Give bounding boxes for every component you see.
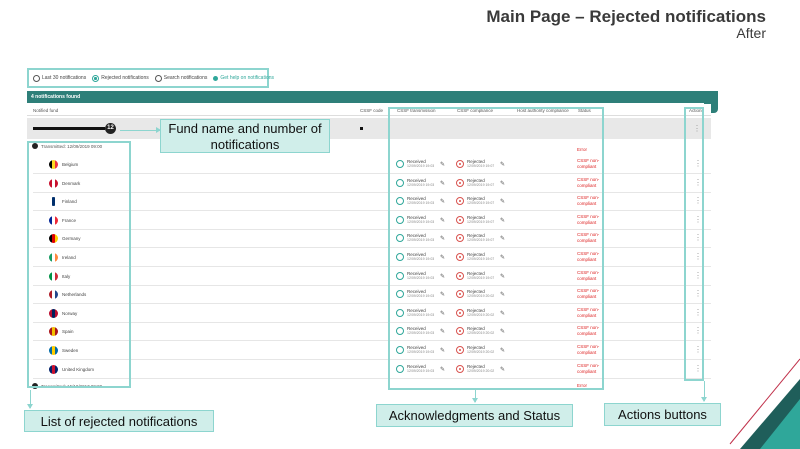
highlight-actions-box xyxy=(684,107,704,381)
radio-icon xyxy=(154,74,162,82)
list-item[interactable]: United Kingdom Received 12/09/2019 19:03 ✎ R… xyxy=(33,361,711,379)
callout-fund: Fund name and number of notifications xyxy=(160,119,330,153)
list-item[interactable]: Finland Received 12/09/2019 19:03 ✎ Rejected… xyxy=(33,193,711,212)
filter-rejected-radio[interactable]: Rejected notifications xyxy=(92,74,149,82)
col-cssf-code[interactable]: CSSF code xyxy=(360,108,383,113)
list-item[interactable]: Italy Received 12/09/2019 19:03 ✎ Rejected 12… xyxy=(33,268,711,286)
list-item[interactable]: Norway Received 12/09/2019 19:03 ✎ Rejected 1… xyxy=(33,305,711,323)
filter-search-label: Search notifications xyxy=(163,75,208,81)
notification-count-badge: 12 xyxy=(105,123,116,134)
filter-rejected-label: Rejected notifications xyxy=(101,75,149,81)
info-icon xyxy=(213,75,219,81)
list-item[interactable]: Netherlands Received 12/09/2019 19:03 ✎ Reje… xyxy=(33,286,711,305)
callout-list: List of rejected notifications xyxy=(24,410,214,432)
radio-selected-icon xyxy=(92,74,100,82)
highlight-ack-box xyxy=(388,107,604,390)
fund-row[interactable]: 12 ⋮ xyxy=(27,118,711,139)
corner-decoration xyxy=(729,358,800,449)
callout-arrow xyxy=(120,127,161,133)
col-notified-fund[interactable]: Notified fund xyxy=(33,108,58,113)
filter-bar: Last 30 notifications Rejected notificat… xyxy=(27,68,274,88)
callout-arrow xyxy=(472,390,478,403)
filter-search-radio[interactable]: Search notifications xyxy=(154,74,208,82)
callout-arrow xyxy=(701,381,707,402)
slide-subtitle: After xyxy=(736,25,766,41)
callout-ack: Acknowledgments and Status xyxy=(376,404,573,427)
help-link[interactable]: Get help on notifications xyxy=(213,75,274,81)
list-item[interactable]: Belgium Received 12/09/2019 19:03 ✎ Rejected… xyxy=(33,156,711,174)
list-item[interactable]: Germany Received 12/09/2019 19:03 ✎ Rejected… xyxy=(33,230,711,249)
table-header: Notified fund CSSF code CSSF transmissio… xyxy=(27,104,711,116)
slide-title: Main Page – Rejected notifications After xyxy=(486,8,766,40)
list-item[interactable]: Sweden Received 12/09/2019 19:03 ✎ Rejected 1… xyxy=(33,342,711,360)
list-item[interactable]: Ireland Received 12/09/2019 19:03 ✎ Rejected… xyxy=(33,249,711,267)
list-item[interactable]: Spain Received 12/09/2019 19:03 ✎ Rejected 12… xyxy=(33,323,711,342)
filter-last30-label: Last 30 notifications xyxy=(42,75,87,81)
fund-name-redacted xyxy=(33,127,105,130)
help-link-label: Get help on notifications xyxy=(220,75,275,81)
highlight-list-box xyxy=(27,141,131,388)
list-item[interactable]: Denmark Received 12/09/2019 19:03 ✎ Rejected… xyxy=(33,175,711,193)
radio-icon xyxy=(33,74,40,82)
cssf-code-redacted xyxy=(360,127,363,130)
filter-last30-radio[interactable]: Last 30 notifications xyxy=(33,74,87,82)
list-item[interactable]: France Received 12/09/2019 19:03 ✎ Rejected 1… xyxy=(33,212,711,230)
callout-actions: Actions buttons xyxy=(604,403,721,426)
slide-title-main: Main Page – Rejected notifications xyxy=(486,7,766,26)
results-bar: 4 notifications found xyxy=(27,91,718,103)
callout-arrow xyxy=(27,390,33,409)
